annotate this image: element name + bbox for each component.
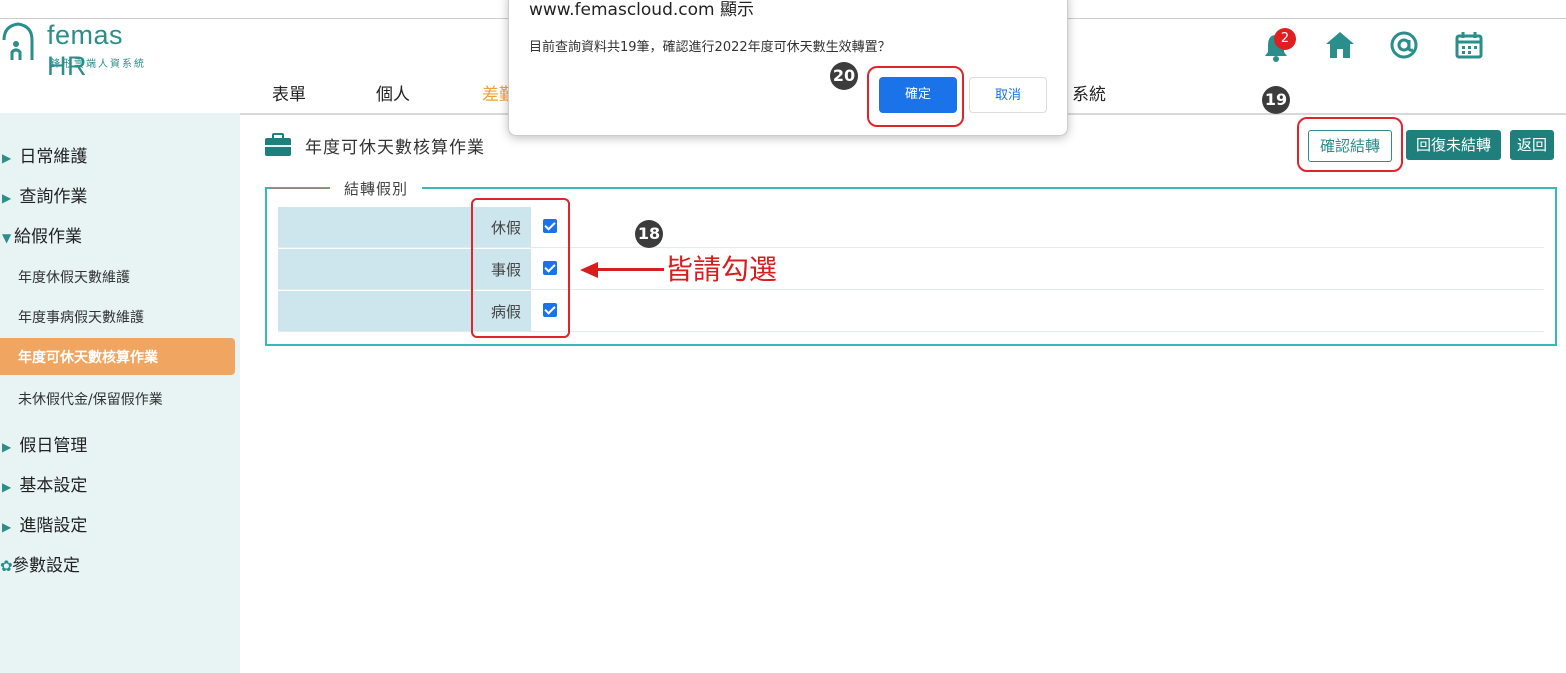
nav-tab-personal[interactable]: 個人 — [376, 80, 410, 105]
sidebar-group-holiday[interactable]: ▶ 假日管理 — [0, 431, 240, 456]
nav-tab-system[interactable]: 系統 — [1072, 80, 1106, 105]
step-marker-20: 20 — [830, 62, 858, 90]
nav-tab-forms[interactable]: 表單 — [272, 80, 306, 105]
sidebar-item-annual-leave[interactable]: 年度休假天數維護 — [18, 267, 130, 287]
leave-row-annual: 休假 — [278, 207, 1544, 248]
at-icon[interactable] — [1388, 29, 1420, 61]
home-icon[interactable] — [1324, 30, 1356, 60]
leave-row-sick: 病假 — [278, 291, 1544, 332]
sidebar-group-label: 基本設定 — [19, 476, 88, 496]
page-title: 年度可休天數核算作業 — [305, 138, 485, 158]
notification-badge: 2 — [1274, 28, 1296, 50]
sidebar-group-label: 進階設定 — [19, 516, 88, 536]
sidebar-group-daily[interactable]: ▶ 日常維護 — [0, 142, 240, 167]
dialog-title: www.femascloud.com 顯示 — [529, 0, 754, 20]
back-button[interactable]: 返回 — [1510, 130, 1554, 160]
caret-right-icon: ▶ — [2, 151, 12, 165]
sidebar-group-params[interactable]: ✿參數設定 — [0, 551, 240, 576]
sidebar-group-advanced[interactable]: ▶ 進階設定 — [0, 511, 240, 536]
caret-right-icon: ▶ — [2, 440, 12, 454]
sidebar-item-personal-sick-leave[interactable]: 年度事病假天數維護 — [18, 307, 144, 327]
sidebar-group-label: 給假作業 — [14, 227, 82, 247]
confirm-dialog: www.femascloud.com 顯示 目前查詢資料共19筆，確認進行202… — [508, 0, 1068, 136]
dialog-cancel-button[interactable]: 取消 — [969, 77, 1047, 113]
annotation-note: 皆請勾選 — [665, 253, 778, 286]
calendar-icon[interactable] — [1454, 30, 1484, 60]
sidebar-item-annual-calc[interactable]: 年度可休天數核算作業 — [0, 338, 235, 375]
caret-down-icon: ▼ — [2, 231, 12, 245]
caret-right-icon: ▶ — [2, 480, 12, 494]
fieldset-legend-line — [270, 188, 330, 189]
sidebar-group-label: 假日管理 — [19, 436, 88, 456]
sidebar-group-label: 日常維護 — [19, 147, 88, 167]
dialog-message: 目前查詢資料共19筆，確認進行2022年度可休天數生效轉置？ — [529, 40, 891, 55]
logo-subtitle: 鋒形雲端人資系統 — [50, 59, 146, 70]
step-marker-19: 19 — [1262, 86, 1290, 114]
gear-icon: ✿ — [0, 557, 13, 575]
sidebar-item-unused-leave[interactable]: 未休假代金/保留假作業 — [18, 389, 163, 409]
step-marker-18: 18 — [635, 220, 663, 248]
annotation-box-ok — [867, 66, 964, 127]
sidebar-group-label: 查詢作業 — [19, 187, 88, 207]
sidebar-group-label: 參數設定 — [12, 556, 80, 576]
logo-house-icon — [2, 22, 34, 60]
fieldset-legend: 結轉假別 — [330, 178, 423, 199]
caret-right-icon: ▶ — [2, 520, 12, 534]
sidebar-item-label: 年度可休天數核算作業 — [18, 350, 158, 366]
annotation-box-checkboxes — [471, 198, 570, 338]
annotation-box-confirm — [1297, 117, 1403, 172]
annotation-arrow-head — [580, 262, 598, 278]
sidebar-group-leave[interactable]: ▼ 給假作業 — [0, 222, 240, 247]
leave-row-personal: 事假 — [278, 249, 1544, 290]
sidebar-group-query[interactable]: ▶ 查詢作業 — [0, 182, 240, 207]
revert-transfer-button[interactable]: 回復未結轉 — [1406, 130, 1501, 160]
caret-right-icon: ▶ — [2, 191, 12, 205]
briefcase-icon — [265, 133, 291, 156]
sidebar-group-basic[interactable]: ▶ 基本設定 — [0, 471, 240, 496]
annotation-arrow — [596, 268, 664, 271]
logo-title: femas HR — [47, 20, 124, 81]
